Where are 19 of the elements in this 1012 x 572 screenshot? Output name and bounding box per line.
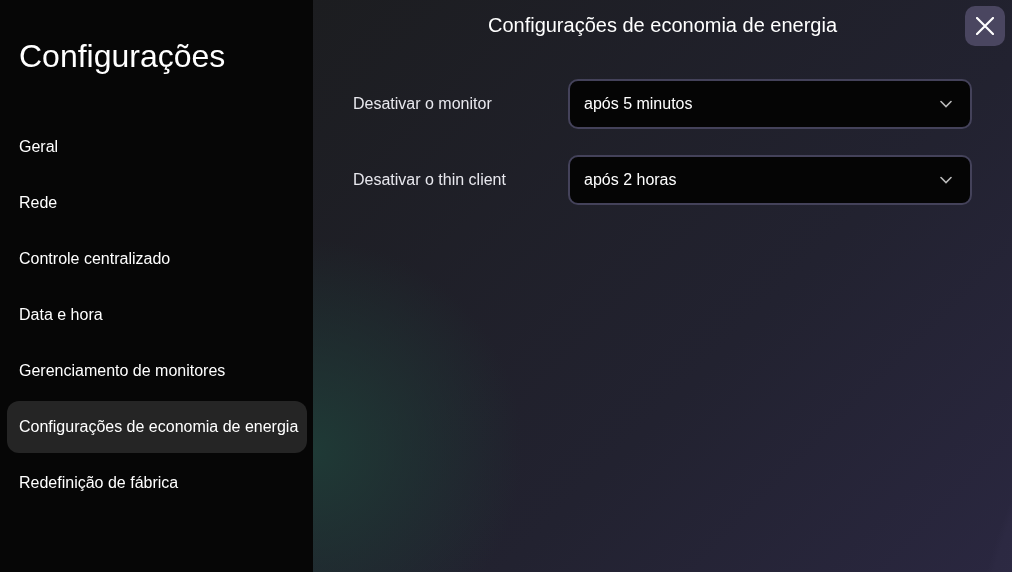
dropdown-field[interactable]: após 5 minutos <box>568 79 972 129</box>
close-icon <box>976 17 994 35</box>
setting-label: Desativar o monitor <box>353 95 493 113</box>
sidebar-item[interactable]: Data e hora <box>7 289 307 341</box>
sidebar-item[interactable]: Configurações de economia de energia <box>7 401 307 453</box>
dropdown-value: após 2 horas <box>584 171 677 189</box>
chevron-down-icon <box>940 176 952 184</box>
setting-label: Desativar o thin client <box>353 171 507 189</box>
panel-title: Configurações de economia de energia <box>487 14 838 37</box>
sidebar-item[interactable]: Gerenciamento de monitores <box>7 345 307 397</box>
close-button[interactable] <box>965 6 1005 46</box>
sidebar-item[interactable]: Redefinição de fábrica <box>7 457 307 509</box>
sidebar-item[interactable]: Geral <box>7 121 307 173</box>
dropdown-field[interactable]: após 2 horas <box>568 155 972 205</box>
chevron-down-icon <box>940 100 952 108</box>
dropdown-value: após 5 minutos <box>584 95 693 113</box>
sidebar-item[interactable]: Rede <box>7 177 307 229</box>
sidebar-title: Configurações <box>19 38 226 75</box>
sidebar-item[interactable]: Controle centralizado <box>7 233 307 285</box>
